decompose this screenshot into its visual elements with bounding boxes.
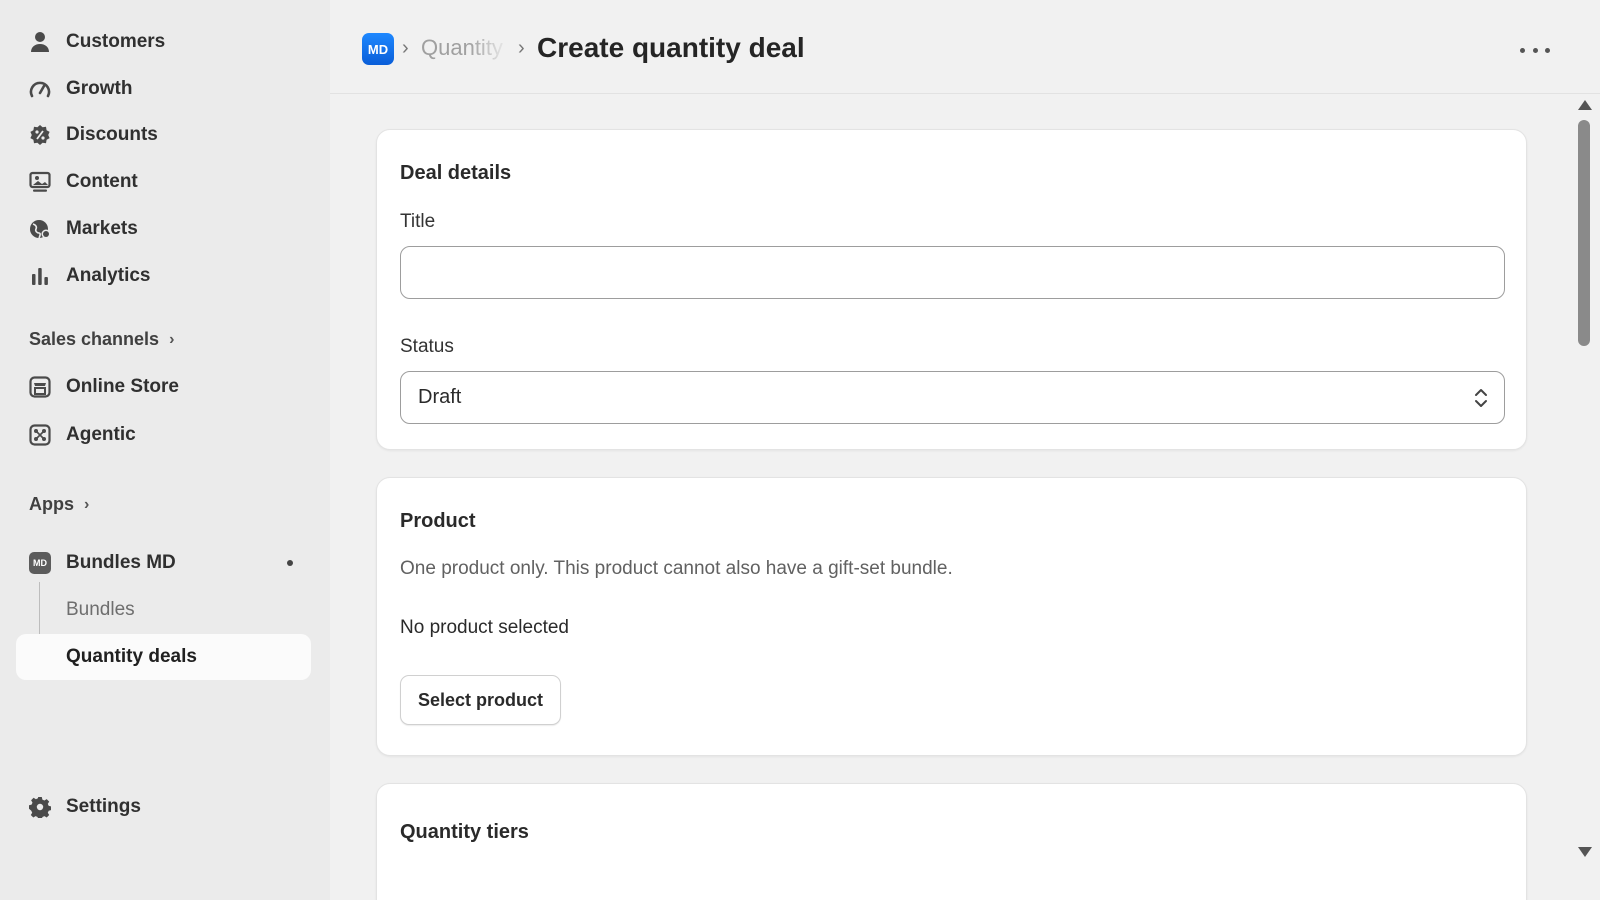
more-actions-button[interactable] — [1520, 38, 1550, 62]
apps-heading[interactable]: Apps › — [29, 494, 89, 515]
person-icon — [29, 31, 51, 53]
more-dot-icon — [1532, 47, 1538, 53]
product-card: Product One product only. This product c… — [376, 477, 1527, 756]
card-title: Deal details — [400, 162, 512, 184]
sidebar-item-label: Customers — [66, 31, 166, 52]
sidebar: Customers Growth Discounts Content Marke… — [0, 0, 330, 900]
status-field-label: Status — [400, 336, 454, 357]
store-icon — [29, 376, 51, 398]
sidebar-item-label: Markets — [66, 218, 138, 239]
bar-chart-icon — [29, 265, 51, 287]
app-badge: MD — [29, 552, 51, 574]
sidebar-item-label: Content — [66, 171, 138, 192]
breadcrumb-separator: › — [402, 37, 409, 59]
app-logo[interactable]: MD — [362, 33, 394, 65]
quantity-tiers-card: Quantity tiers — [376, 783, 1527, 900]
page-title: Create quantity deal — [537, 32, 805, 63]
more-dot-icon — [1520, 47, 1525, 53]
more-dot-icon — [1545, 47, 1550, 53]
globe-icon — [29, 218, 51, 240]
sidebar-item-label: Settings — [66, 796, 141, 817]
sidebar-item-label: Growth — [66, 78, 133, 99]
card-title: Quantity tiers — [400, 821, 529, 843]
title-input[interactable] — [400, 246, 1505, 299]
sales-channels-heading[interactable]: Sales channels › — [29, 329, 174, 350]
gauge-icon — [29, 78, 51, 100]
product-help-text: One product only. This product cannot al… — [400, 558, 953, 579]
scroll-up-arrow-icon[interactable] — [1578, 100, 1592, 110]
sidebar-item-settings[interactable]: Settings — [16, 784, 311, 830]
sidebar-item-bundles-md[interactable]: MD Bundles MD — [16, 540, 311, 586]
product-empty-state: No product selected — [400, 617, 569, 638]
sidebar-item-discounts[interactable]: Discounts — [16, 112, 311, 158]
apps-label: Apps — [29, 494, 74, 514]
page-header: MD › Quantity deals › Create quantity de… — [330, 0, 1600, 94]
card-title: Product — [400, 510, 476, 532]
sidebar-item-label: Agentic — [66, 424, 136, 445]
breadcrumb-parent-link[interactable]: Quantity deals — [421, 35, 509, 61]
breadcrumb-separator: › — [518, 37, 525, 59]
sidebar-subitem-quantity-deals[interactable]: Quantity deals — [16, 634, 311, 680]
sidebar-item-label: Discounts — [66, 124, 158, 145]
sidebar-item-growth[interactable]: Growth — [16, 66, 311, 112]
sales-channels-label: Sales channels — [29, 329, 160, 349]
vertical-scrollbar[interactable] — [1575, 96, 1593, 861]
chevron-right-icon: › — [84, 495, 90, 513]
sidebar-item-customers[interactable]: Customers — [16, 19, 311, 65]
agentic-icon — [29, 424, 51, 446]
scroll-thumb[interactable] — [1578, 120, 1590, 346]
chevron-right-icon: › — [169, 330, 175, 348]
content-icon — [29, 171, 51, 193]
select-product-button[interactable]: Select product — [400, 675, 562, 725]
sidebar-subitem-label: Quantity deals — [66, 646, 197, 667]
sidebar-subitem-bundles[interactable]: Bundles — [16, 587, 311, 633]
sidebar-item-label: Bundles MD — [66, 552, 176, 573]
sidebar-item-analytics[interactable]: Analytics — [16, 253, 311, 299]
select-updown-icon — [1474, 386, 1488, 415]
sidebar-item-label: Analytics — [66, 265, 151, 286]
sidebar-subitem-label: Bundles — [66, 599, 135, 620]
sidebar-item-content[interactable]: Content — [16, 159, 311, 205]
title-field-label: Title — [400, 211, 436, 232]
status-select[interactable]: Draft — [400, 371, 1505, 424]
bundles-md-app-icon: MD — [29, 552, 51, 574]
status-select-value: Draft — [418, 386, 462, 408]
sidebar-item-label: Online Store — [66, 376, 179, 397]
gear-icon — [29, 796, 51, 818]
sidebar-item-agentic[interactable]: Agentic — [16, 412, 311, 458]
sidebar-item-markets[interactable]: Markets — [16, 206, 311, 252]
pin-dot-icon — [287, 560, 293, 566]
discount-badge-icon — [29, 124, 51, 146]
sidebar-item-online-store[interactable]: Online Store — [16, 364, 311, 410]
scroll-down-arrow-icon[interactable] — [1578, 847, 1592, 857]
deal-details-card: Deal details Title Status Draft — [376, 129, 1527, 450]
